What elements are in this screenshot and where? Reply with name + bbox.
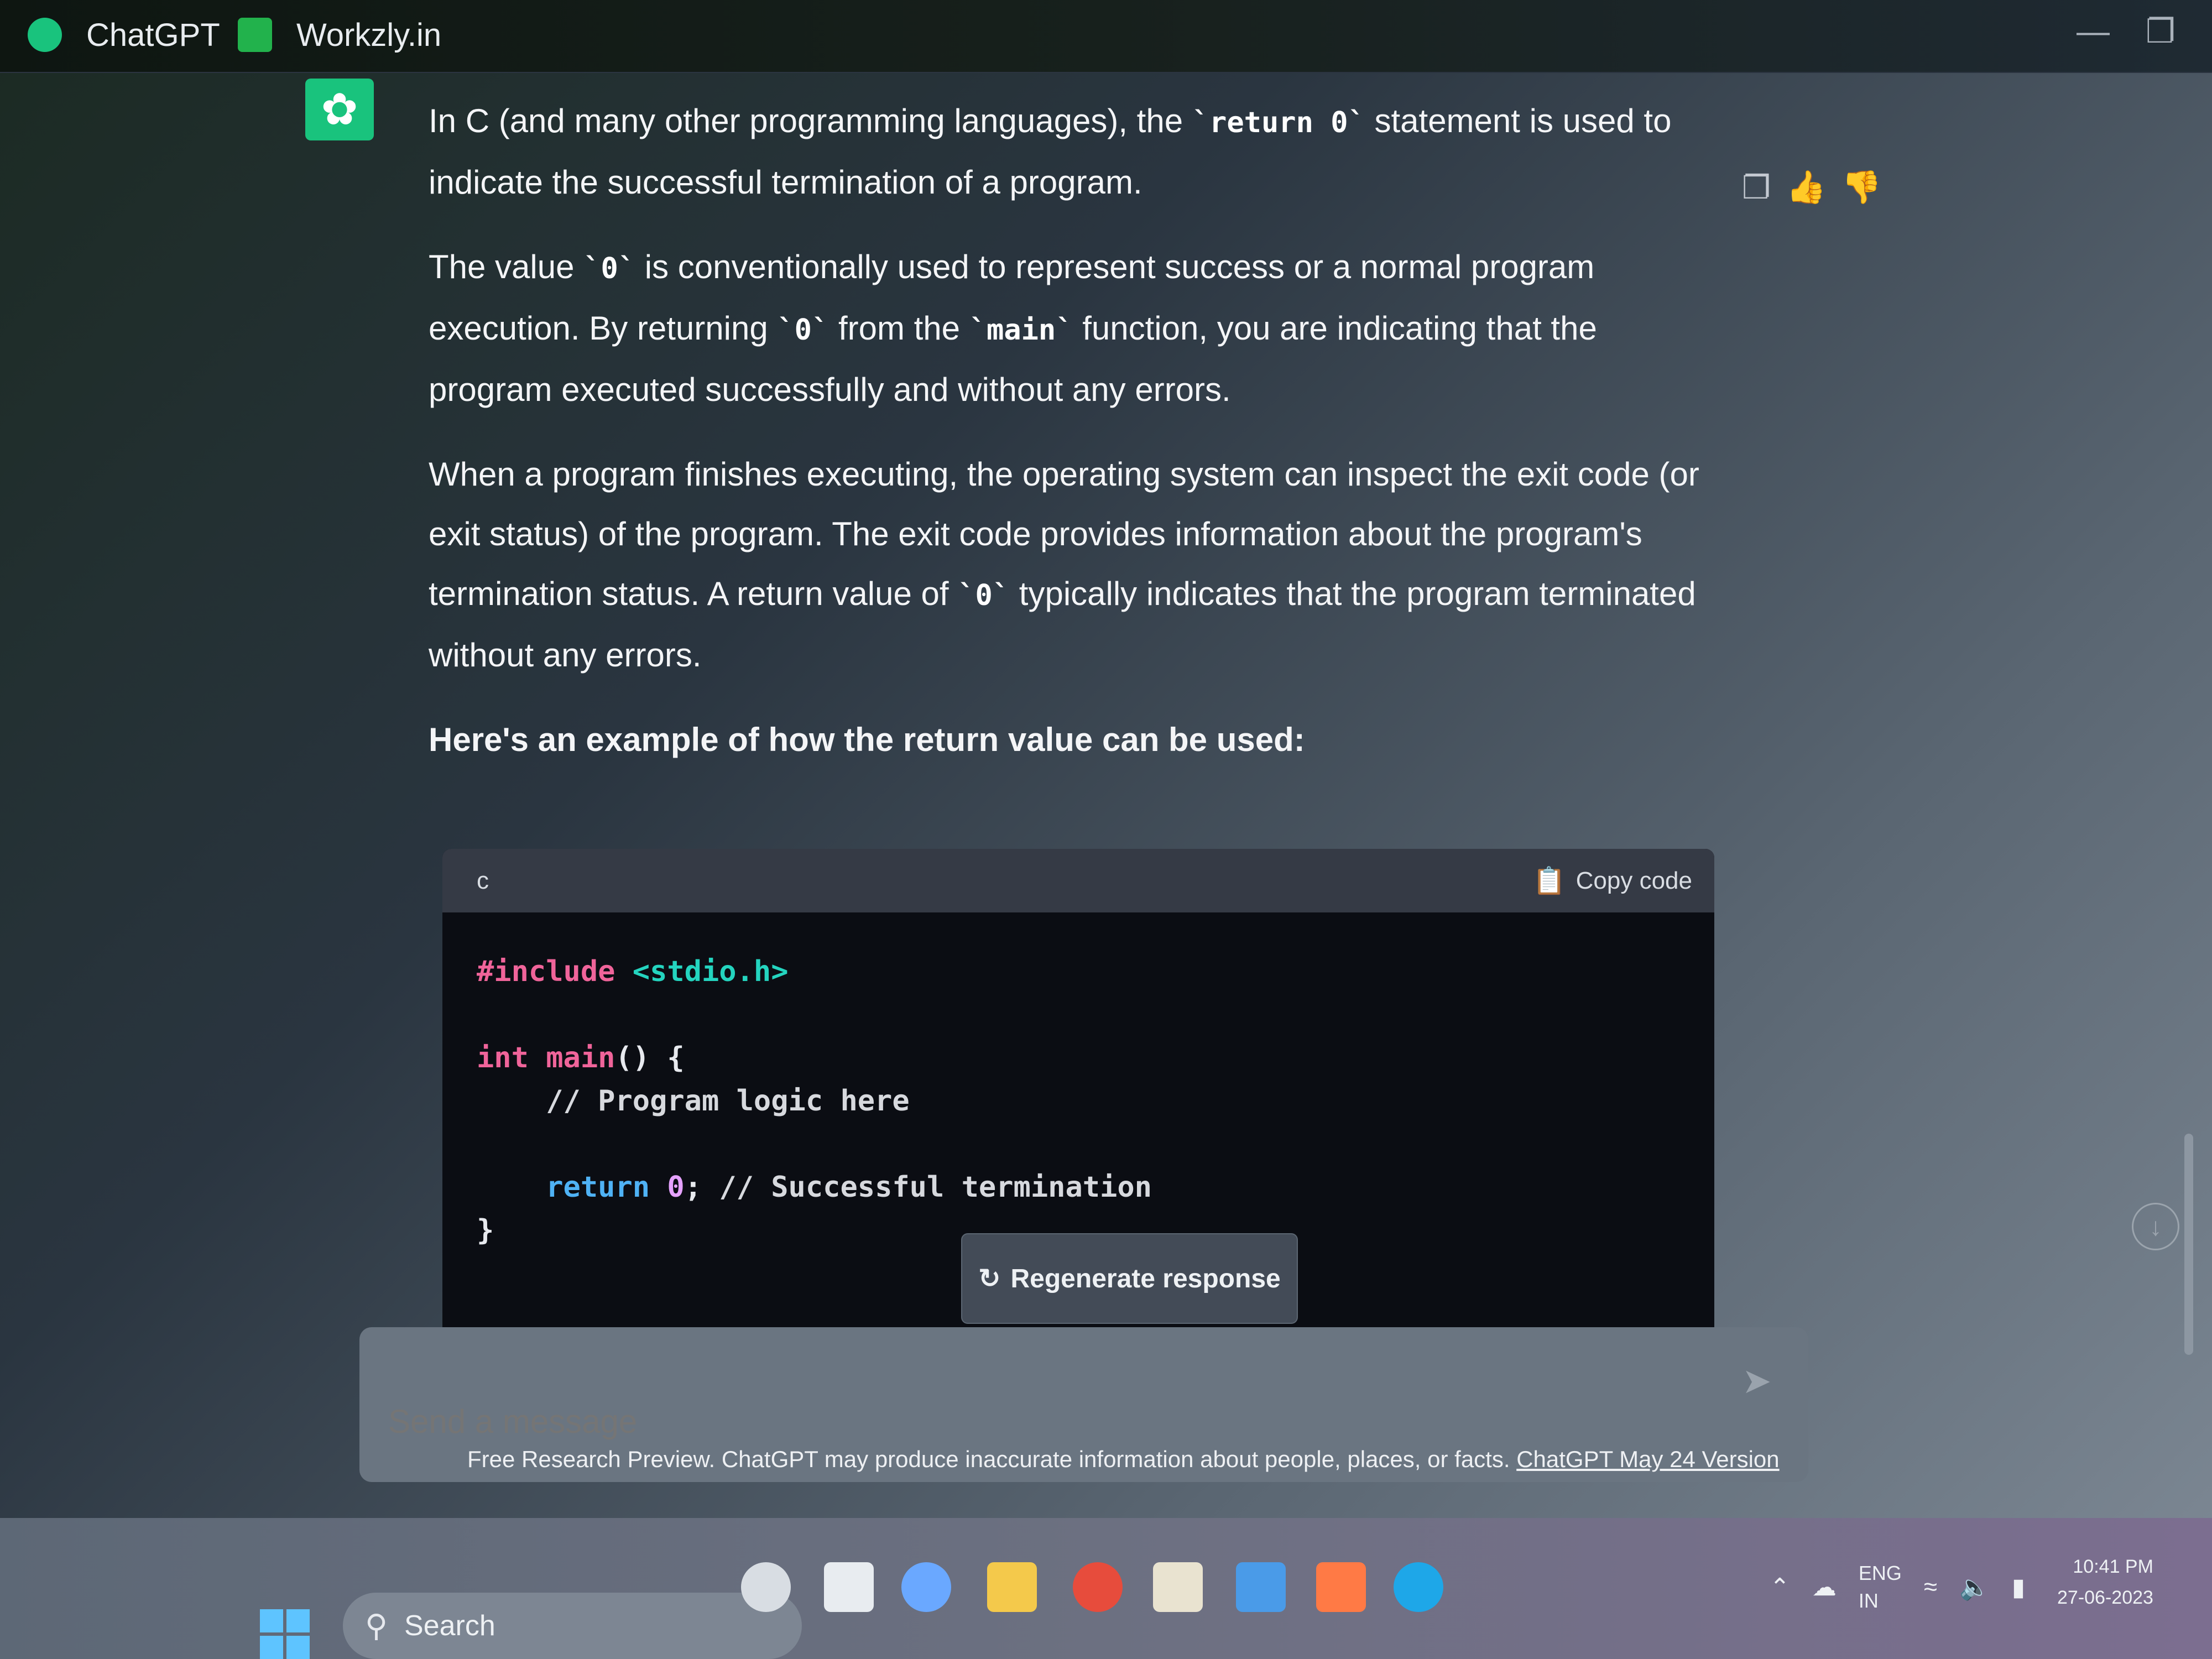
copy-icon[interactable]: ❐ (1742, 169, 1771, 206)
tab-chatgpt[interactable]: ChatGPT (28, 10, 220, 60)
chatgpt-favicon-icon (28, 18, 62, 52)
answer-paragraph: When a program finishes executing, the o… (429, 445, 1717, 685)
cloud-icon[interactable]: ☁ (1812, 1573, 1837, 1601)
text-run: In C (and many other programming languag… (429, 102, 1192, 139)
task-view-icon[interactable] (824, 1562, 874, 1612)
language-indicator[interactable]: ENG IN (1859, 1559, 1902, 1615)
inline-code: `main` (969, 314, 1073, 347)
disclaimer: Free Research Preview. ChatGPT may produ… (467, 1446, 1780, 1473)
regenerate-label: Regenerate response (1010, 1264, 1281, 1293)
photos-icon[interactable] (1236, 1562, 1286, 1612)
battery-icon[interactable]: ▮ (2012, 1573, 2025, 1601)
code-block-header: c 📋 Copy code (442, 849, 1714, 912)
text-run: The value (429, 248, 584, 285)
code-token: <stdio.h> (632, 955, 789, 988)
browser-tab-bar: ChatGPT Workzly.in — ❐ (0, 0, 2212, 73)
disclaimer-text: Free Research Preview. ChatGPT may produ… (467, 1446, 1517, 1472)
scrollbar[interactable] (2184, 1134, 2193, 1355)
code-line: return 0; // Successful termination (477, 1166, 1680, 1209)
refresh-icon: ↻ (978, 1264, 1001, 1293)
start-button[interactable] (260, 1609, 310, 1659)
file-explorer-icon[interactable] (987, 1562, 1037, 1612)
copy-code-label: Copy code (1575, 867, 1692, 894)
code-token: int (477, 1041, 546, 1074)
code-line: #include <stdio.h> (477, 950, 1680, 993)
regenerate-response-button[interactable]: ↻ Regenerate response (961, 1233, 1298, 1324)
send-button[interactable]: ➤ (1742, 1360, 1772, 1402)
answer-paragraph: In C (and many other programming languag… (429, 91, 1717, 212)
answer-paragraph: Here's an example of how the return valu… (429, 710, 1717, 770)
restore-icon[interactable]: ❐ (2146, 12, 2176, 51)
code-line: int main() { (477, 1036, 1680, 1079)
copy-code-button[interactable]: 📋 Copy code (1533, 865, 1692, 896)
version-link[interactable]: ChatGPT May 24 Version (1516, 1446, 1779, 1472)
scroll-to-bottom-button[interactable]: ↓ (2132, 1203, 2179, 1250)
search-icon: ⚲ (365, 1608, 388, 1643)
inline-code: `return 0` (1192, 106, 1365, 139)
store-icon[interactable] (1153, 1562, 1203, 1612)
code-token: } (477, 1214, 494, 1247)
minimize-icon[interactable]: — (2077, 12, 2110, 50)
taskbar: ⚲ Search ⌃ ☁ ENG IN ≈ 🔈 ▮ 10:41 PM 27-06… (0, 1518, 2212, 1659)
code-token: ; (684, 1171, 719, 1204)
code-token: () { (615, 1041, 685, 1074)
chat-icon[interactable] (901, 1562, 951, 1612)
code-token: return (477, 1171, 667, 1204)
text-run: from the (829, 310, 969, 347)
taskbar-search-label: Search (404, 1610, 495, 1642)
code-line: // Program logic here (477, 1079, 1680, 1123)
tab-label: ChatGPT (86, 17, 220, 53)
chrome-icon[interactable] (1073, 1562, 1123, 1612)
tab-label: Workzly.in (296, 17, 442, 53)
code-language-label: c (477, 867, 489, 894)
message-actions: ❐ 👍 👎 (1742, 169, 1881, 206)
language-code: ENG (1858, 1562, 1902, 1584)
code-token: // Successful termination (719, 1171, 1152, 1204)
assistant-avatar: ✿ (305, 79, 374, 140)
answer-paragraph: The value `0` is conventionally used to … (429, 237, 1717, 420)
arrow-down-icon: ↓ (2149, 1212, 2162, 1241)
openai-logo-icon: ✿ (321, 85, 358, 134)
wifi-icon[interactable]: ≈ (1924, 1573, 1937, 1601)
chevron-up-icon[interactable]: ⌃ (1770, 1573, 1790, 1601)
clock[interactable]: 10:41 PM 27-06-2023 (2057, 1551, 2153, 1613)
assistant-message: In C (and many other programming languag… (429, 91, 1717, 770)
workzly-favicon-icon (238, 18, 272, 52)
code-token: // Program logic here (477, 1084, 910, 1118)
clipboard-icon: 📋 (1532, 867, 1566, 896)
region-code: IN (1858, 1589, 1879, 1612)
taskbar-search[interactable]: ⚲ Search (343, 1593, 802, 1659)
system-tray: ⌃ ☁ ENG IN ≈ 🔈 ▮ (1770, 1559, 2025, 1615)
speaker-icon[interactable]: 🔈 (1959, 1573, 1990, 1601)
message-input[interactable] (387, 1402, 818, 1441)
thumbs-down-icon[interactable]: 👎 (1841, 169, 1881, 206)
time: 10:41 PM (2073, 1556, 2153, 1577)
code-token: main (546, 1041, 615, 1074)
inline-code: `0` (777, 314, 830, 347)
code-token: 0 (667, 1171, 685, 1204)
inline-code: `0` (583, 252, 636, 285)
text-run: Here's an example of how the return valu… (429, 721, 1305, 758)
date: 27-06-2023 (2057, 1587, 2153, 1608)
edge-icon[interactable] (1394, 1562, 1443, 1612)
thumbs-up-icon[interactable]: 👍 (1786, 169, 1826, 206)
tab-workzly[interactable]: Workzly.in (238, 10, 441, 60)
widgets-icon[interactable] (741, 1562, 791, 1612)
inline-code: `0` (958, 579, 1010, 612)
code-token: #include (477, 955, 633, 988)
brave-icon[interactable] (1316, 1562, 1366, 1612)
